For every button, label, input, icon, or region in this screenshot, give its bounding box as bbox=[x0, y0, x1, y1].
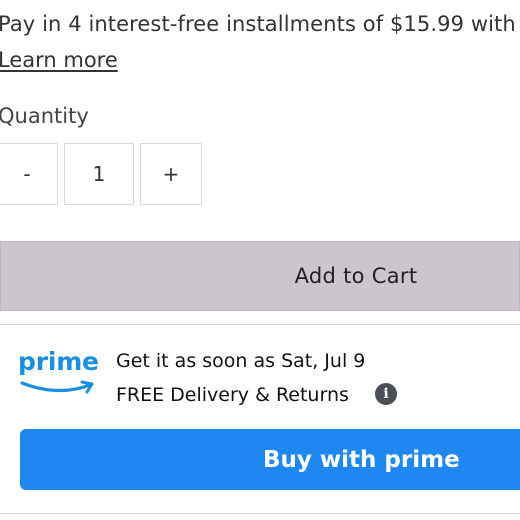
installments-text: Pay in 4 interest-free installments of $… bbox=[0, 12, 516, 36]
prime-logo: prime bbox=[18, 347, 102, 403]
product-purchase-panel: Pay in 4 interest-free installments of $… bbox=[0, 0, 520, 520]
quantity-increase-button[interactable]: + bbox=[140, 143, 202, 205]
info-icon[interactable]: i bbox=[375, 383, 397, 405]
delivery-date-text: Get it as soon as Sat, Jul 9 bbox=[116, 350, 366, 372]
prime-smile-icon bbox=[20, 380, 94, 394]
prime-logo-text: prime bbox=[18, 347, 99, 376]
quantity-input[interactable]: 1 bbox=[64, 143, 134, 205]
buy-with-prime-button[interactable]: Buy with prime bbox=[20, 429, 520, 490]
add-to-cart-button[interactable]: Add to Cart bbox=[0, 241, 520, 311]
quantity-decrease-button[interactable]: - bbox=[0, 143, 58, 205]
free-delivery-text: FREE Delivery & Returns bbox=[116, 384, 349, 406]
add-to-cart-label: Add to Cart bbox=[294, 264, 418, 288]
learn-more-link[interactable]: Learn more bbox=[0, 48, 118, 72]
buy-with-prime-label: Buy with prime bbox=[263, 446, 460, 473]
quantity-label: Quantity bbox=[0, 104, 89, 128]
buy-with-prime-card: prime Get it as soon as Sat, Jul 9 FREE … bbox=[0, 324, 520, 514]
